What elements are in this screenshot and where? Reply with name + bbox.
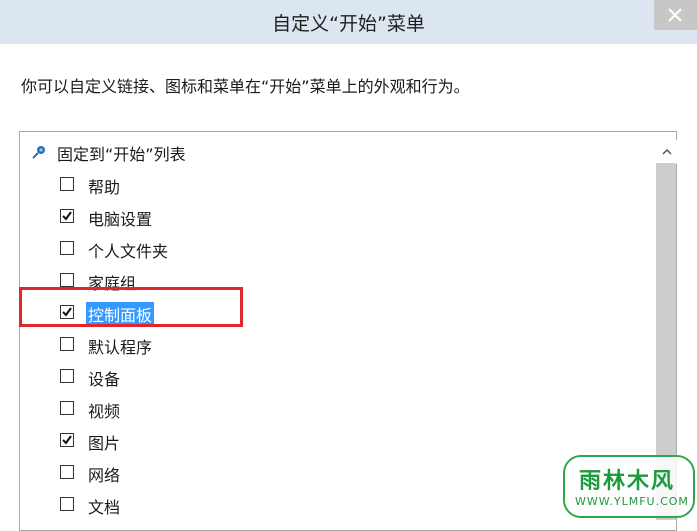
watermark-logo: 雨林木风 WWW.YLMFU.COM: [563, 455, 697, 520]
list-item-label: 图片: [88, 434, 121, 453]
list-item-label: 文档: [88, 498, 121, 517]
checkbox[interactable]: [60, 401, 74, 415]
close-button[interactable]: [654, 0, 697, 30]
checkbox[interactable]: [60, 209, 74, 223]
list-item-label: 视频: [88, 402, 121, 421]
list-item-label: 电脑设置: [88, 210, 153, 229]
window-title: 自定义“开始”菜单: [272, 13, 425, 35]
group-label: 固定到“开始”列表: [57, 145, 186, 164]
close-icon: [668, 8, 682, 22]
checkbox[interactable]: [60, 465, 74, 479]
checkbox[interactable]: [60, 337, 74, 351]
list-item-label: 帮助: [88, 178, 121, 197]
watermark-url: WWW.YLMFU.COM: [575, 495, 689, 508]
description-text: 你可以自定义链接、图标和菜单在“开始”菜单上的外观和行为。: [21, 77, 470, 96]
list-item-label: 默认程序: [88, 338, 153, 357]
annotation-highlight-box: [19, 287, 243, 327]
watermark-logo-text: 雨林木风: [579, 469, 676, 494]
checkbox[interactable]: [60, 369, 74, 383]
checkbox[interactable]: [60, 497, 74, 511]
title-bar: 自定义“开始”菜单: [0, 0, 697, 44]
list-item-label: 网络: [88, 466, 121, 485]
checkmark-icon: [62, 435, 72, 445]
list-item-label: 设备: [88, 370, 121, 389]
chevron-up-icon: [662, 149, 672, 155]
pin-icon: [32, 146, 45, 159]
checkbox[interactable]: [60, 433, 74, 447]
checkbox[interactable]: [60, 241, 74, 255]
scroll-up-button[interactable]: [657, 140, 677, 164]
checkmark-icon: [62, 211, 72, 221]
checkbox[interactable]: [60, 177, 74, 191]
list-item-label: 个人文件夹: [88, 242, 169, 261]
checkbox[interactable]: [60, 273, 74, 287]
